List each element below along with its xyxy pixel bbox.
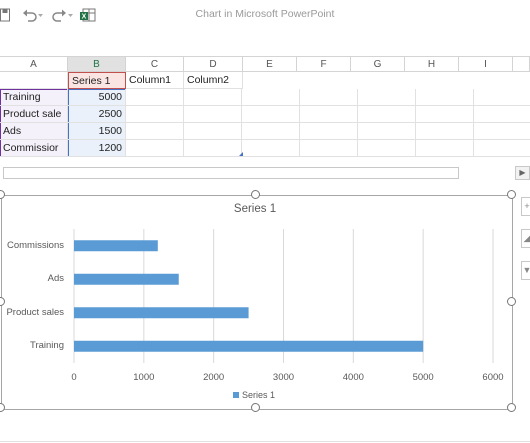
chart-legend: Series 1 (233, 390, 275, 400)
category-label: Commissions (6, 239, 64, 251)
category-label: Training (30, 340, 64, 352)
tick-label: 0 (71, 372, 77, 383)
bar-training[interactable] (74, 340, 424, 352)
bar-commissions[interactable] (74, 240, 158, 252)
category-label: Ads (47, 273, 64, 285)
tick-label: 5000 (412, 372, 434, 383)
tick-label: 4000 (342, 372, 364, 383)
tick-label: 6000 (482, 372, 504, 383)
divider (0, 441, 530, 442)
legend-label: Series 1 (242, 390, 276, 400)
bar-product-sales[interactable] (74, 307, 249, 319)
tick-label: 1000 (133, 372, 155, 383)
category-label: Product sales (6, 306, 64, 318)
legend-swatch (233, 392, 239, 398)
tick-label: 2000 (203, 372, 225, 383)
bar-ads[interactable] (74, 273, 179, 285)
tick-label: 3000 (272, 372, 295, 383)
